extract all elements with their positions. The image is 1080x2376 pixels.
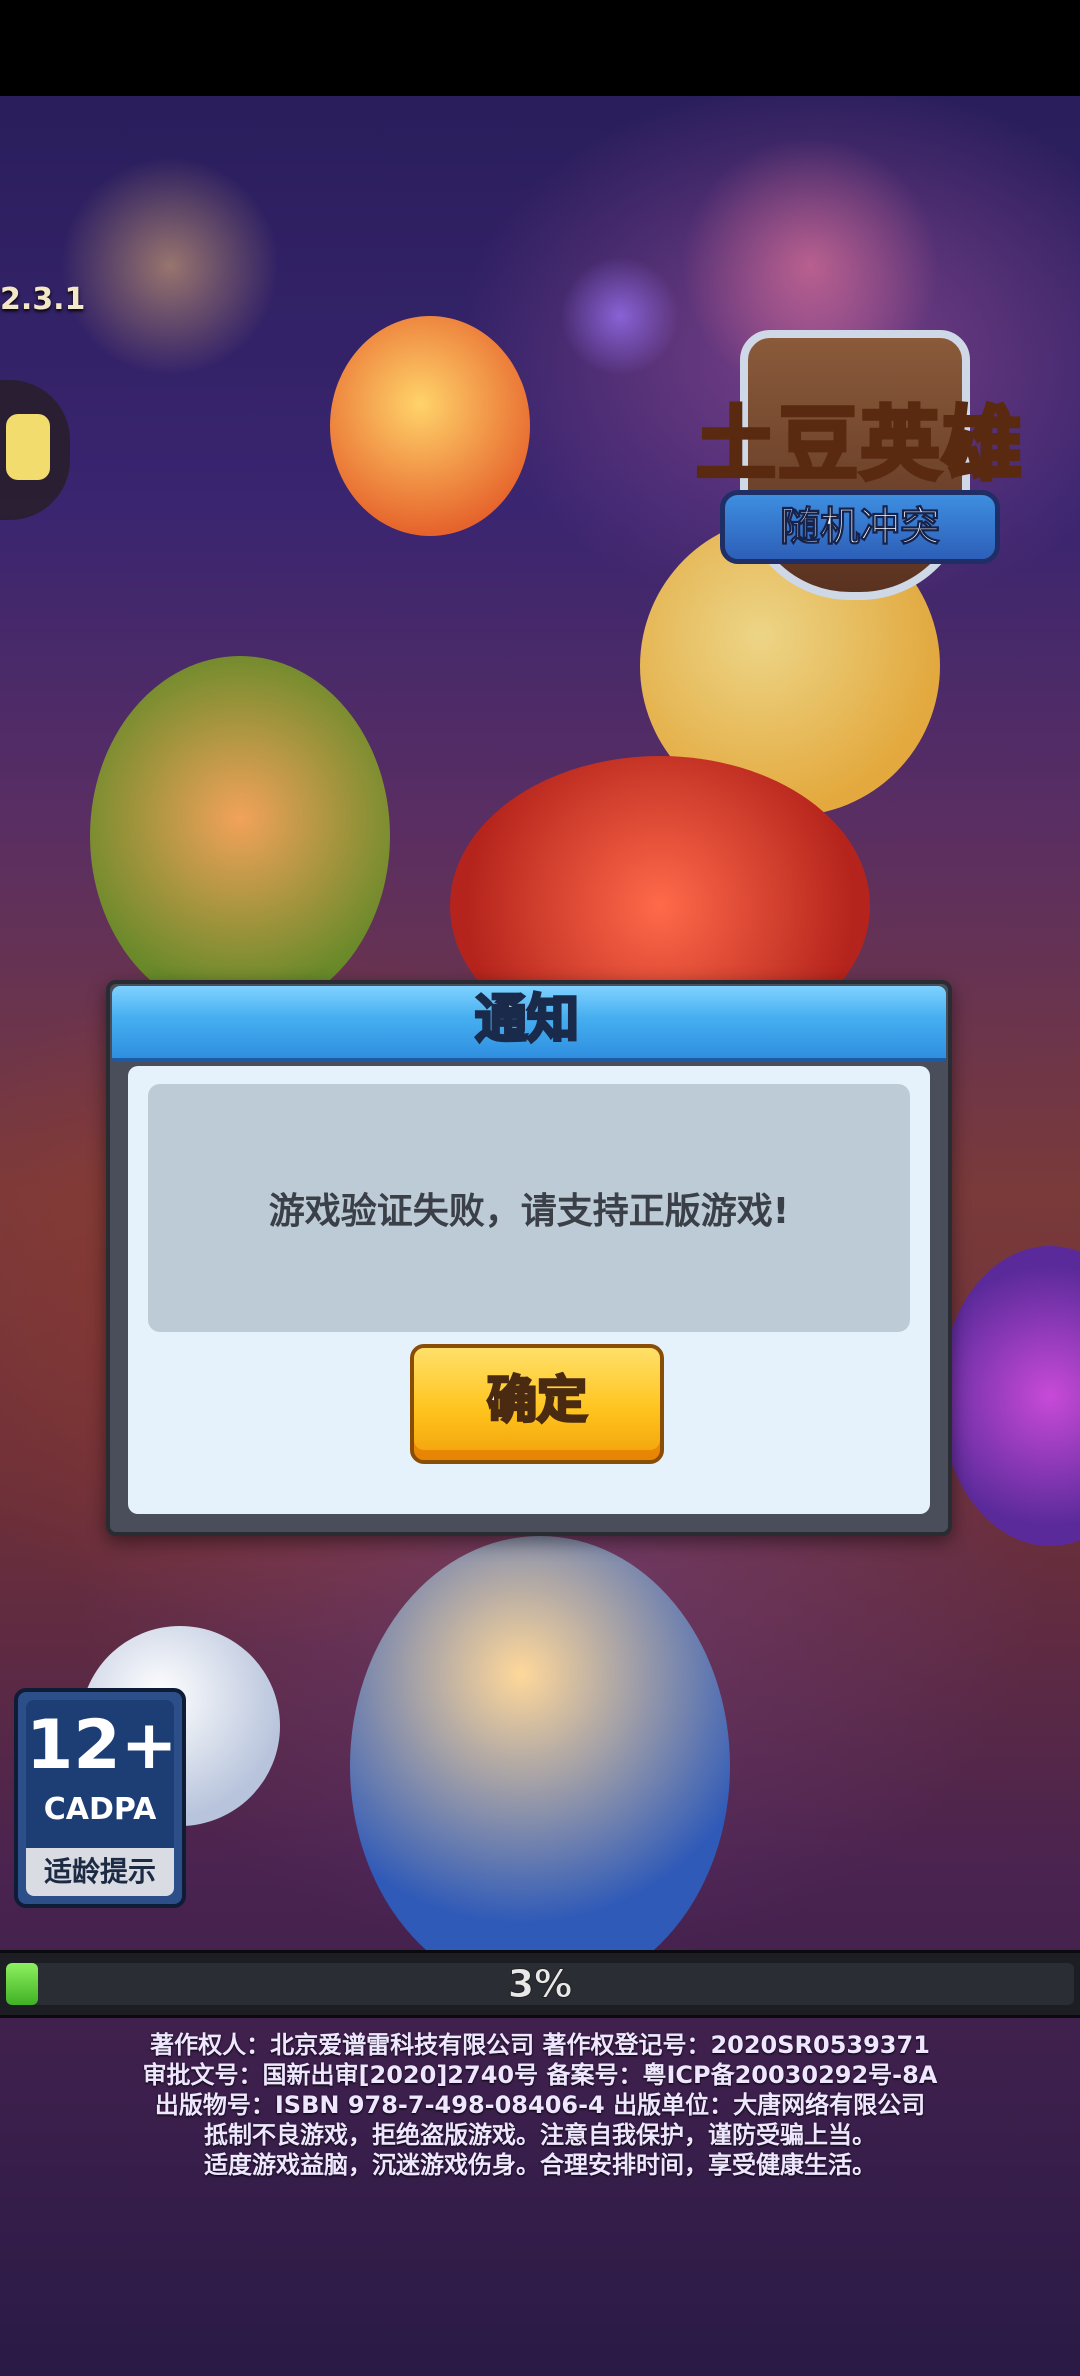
confirm-button-label: 确定	[486, 1371, 589, 1430]
age-rating-inner: 12+ CADPA 适龄提示	[26, 1700, 178, 1896]
age-rating-tip: 适龄提示	[26, 1848, 174, 1896]
confirm-button[interactable]: 确定	[410, 1344, 664, 1464]
loading-progress: 3%	[0, 1950, 1080, 2018]
logo-title: 土豆英雄	[694, 396, 1024, 493]
version-label: 2.3.1	[0, 282, 86, 317]
logo-subtitle: 随机冲突	[720, 490, 1000, 564]
hero-general	[90, 656, 390, 1016]
age-rating-org: CADPA	[43, 1792, 157, 1827]
notice-dialog: 通知 游戏验证失败，请支持正版游戏! 确定	[106, 980, 952, 1536]
legal-line: 适度游戏益脑，沉迷游戏伤身。合理安排时间，享受健康生活。	[204, 2151, 876, 2179]
dialog-message: 游戏验证失败，请支持正版游戏!	[268, 1191, 790, 1232]
dialog-body: 游戏验证失败，请支持正版游戏! 确定	[128, 1066, 930, 1514]
avatar-icon	[6, 414, 50, 480]
status-bar	[0, 0, 1080, 96]
message-box: 游戏验证失败，请支持正版游戏!	[148, 1084, 910, 1332]
game-logo: 土豆英雄 随机冲突	[660, 310, 1060, 630]
legal-line: 审批文号：国新出审[2020]2740号 备案号：粤ICP备20030292号-…	[142, 2061, 938, 2089]
dialog-title: 通知	[473, 989, 580, 1052]
hero-archer	[330, 316, 530, 536]
age-rating-number: 12+	[26, 1706, 178, 1785]
firework-decor	[60, 156, 280, 376]
hero-warrior	[350, 1536, 730, 1996]
game-screen: 2.3.1 土豆英雄 随机冲突 通知 游戏验证失败，请支持正版游戏! 确定 12…	[0, 0, 1080, 2376]
legal-line: 出版物号：ISBN 978-7-498-08406-4 出版单位：大唐网络有限公…	[154, 2091, 926, 2119]
legal-notice: 著作权人：北京爱谱雷科技有限公司 著作权登记号：2020SR0539371 审批…	[0, 2030, 1080, 2180]
legal-line: 抵制不良游戏，拒绝盗版游戏。注意自我保护，谨防受骗上当。	[204, 2121, 876, 2149]
legal-line: 著作权人：北京爱谱雷科技有限公司 著作权登记号：2020SR0539371	[150, 2031, 930, 2059]
progress-track: 3%	[6, 1963, 1074, 2005]
progress-percent: 3%	[507, 1963, 573, 2005]
crystal-decor	[940, 1246, 1080, 1546]
age-rating-badge: 12+ CADPA 适龄提示	[14, 1688, 186, 1908]
